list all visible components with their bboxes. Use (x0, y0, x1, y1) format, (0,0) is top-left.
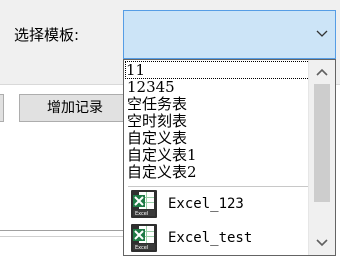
template-select[interactable] (123, 10, 336, 59)
scroll-down-arrow-icon[interactable] (309, 233, 335, 253)
excel-file-option[interactable]: Excel Excel_123 (128, 188, 308, 220)
excel-file-name: Excel_123 (168, 196, 244, 212)
scrollbar-thumb[interactable] (314, 84, 330, 202)
partial-button[interactable] (0, 94, 4, 122)
template-option-11[interactable]: 11 (125, 61, 310, 79)
template-option-custom-2[interactable]: 自定义表2 (127, 164, 197, 180)
chevron-down-icon[interactable] (315, 26, 329, 40)
template-option-empty-task[interactable]: 空任务表 (127, 96, 187, 112)
list-divider (128, 186, 308, 187)
select-template-label: 选择模板: (14, 26, 80, 44)
excel-file-icon: Excel (131, 224, 157, 252)
divider-line (0, 230, 125, 231)
template-dropdown-list: 11 12345 空任务表 空时刻表 自定义表 自定义表1 自定义表2 Exce… (123, 59, 336, 256)
template-option-custom-1[interactable]: 自定义表1 (127, 147, 197, 163)
dropdown-scrollbar[interactable] (308, 60, 335, 255)
template-option-custom[interactable]: 自定义表 (127, 130, 187, 146)
excel-file-icon: Excel (131, 190, 157, 218)
template-option-12345[interactable]: 12345 (127, 79, 175, 95)
excel-file-name: Excel_test (168, 230, 253, 246)
svg-text:Excel: Excel (135, 211, 148, 217)
scroll-up-arrow-icon[interactable] (309, 62, 335, 82)
excel-file-option[interactable]: Excel Excel_test (128, 222, 308, 254)
divider-line (0, 236, 125, 237)
svg-text:Excel: Excel (135, 245, 148, 251)
add-record-button[interactable]: 增加记录 (19, 94, 131, 122)
template-option-empty-schedule[interactable]: 空时刻表 (127, 113, 187, 129)
